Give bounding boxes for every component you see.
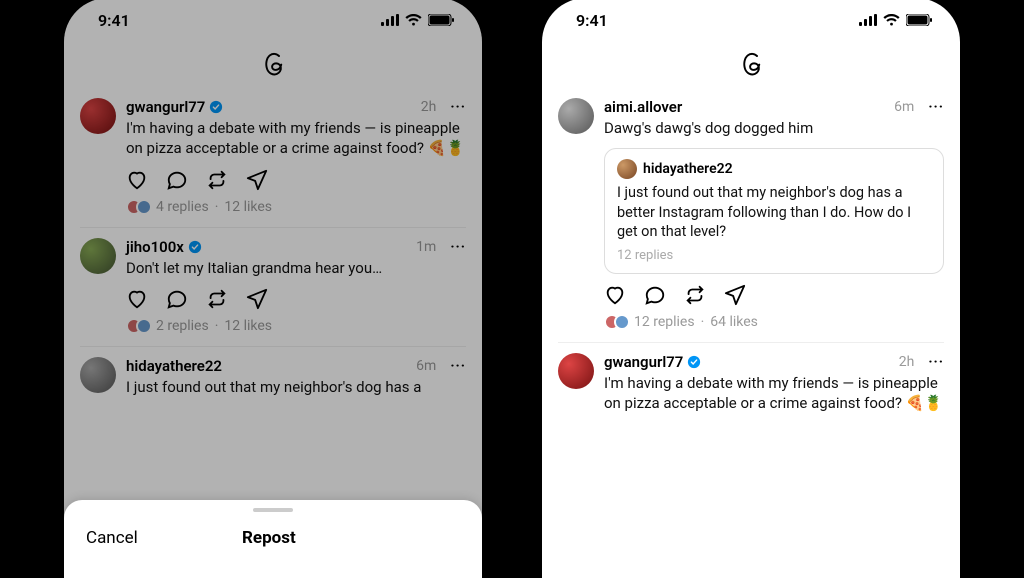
cellular-icon [859,14,877,26]
timestamp: 6m [894,99,914,115]
avatar[interactable] [80,357,116,393]
post-stats[interactable]: 4 replies · 12 likes [126,199,466,215]
post-stats[interactable]: 12 replies · 64 likes [604,314,944,330]
sheet-title: Repost [78,528,460,548]
avatar[interactable] [80,238,116,274]
post-actions [126,169,466,191]
post[interactable]: aimi.allover 6m ··· Dawg's dawg's dog do… [558,88,944,343]
post-actions [604,284,944,306]
replies-count: 12 replies [634,314,695,330]
post-stats[interactable]: 2 replies · 12 likes [126,318,466,334]
post[interactable]: gwangurl77 2h ··· I'm having a debate wi… [80,88,466,228]
cellular-icon [381,14,399,26]
reply-avatars [126,199,146,215]
status-bar: 9:41 [542,0,960,42]
post-text: Don't let my Italian grandma hear you… [126,258,466,278]
avatar [617,159,637,179]
repost-icon[interactable] [206,288,228,310]
reply-avatars [126,318,146,334]
avatar[interactable] [80,98,116,134]
app-header [64,42,482,88]
username[interactable]: hidayathere22 [126,357,222,375]
post[interactable]: hidayathere22 6m ··· I just found out th… [80,347,466,419]
replies-count: 2 replies [156,318,209,334]
likes-count: 12 likes [224,199,272,215]
sheet-grabber[interactable] [253,508,293,512]
reply-avatars [604,314,624,330]
username[interactable]: aimi.allover [604,98,682,116]
phone-right: 9:41 aimi.allover 6m ··· Dawg's dawg's d… [542,0,960,578]
post-text: I'm having a debate with my friends — is… [604,373,944,414]
repost-icon[interactable] [206,169,228,191]
username[interactable]: gwangurl77 [604,353,683,371]
like-icon[interactable] [126,169,148,191]
battery-icon [906,14,932,26]
username[interactable]: gwangurl77 [126,98,205,116]
feed: aimi.allover 6m ··· Dawg's dawg's dog do… [542,88,960,435]
timestamp: 2h [899,354,915,370]
post-actions [126,288,466,310]
avatar[interactable] [558,98,594,134]
status-bar: 9:41 [64,0,482,42]
battery-icon [428,14,454,26]
wifi-icon [405,14,422,26]
post[interactable]: jiho100x 1m ··· Don't let my Italian gra… [80,228,466,347]
replies-count: 12 replies [617,248,931,263]
more-icon[interactable]: ··· [450,358,466,374]
timestamp: 6m [416,358,436,374]
username[interactable]: jiho100x [126,238,184,256]
more-icon[interactable]: ··· [450,239,466,255]
username: hidayathere22 [643,161,733,177]
reply-icon[interactable] [644,284,666,306]
status-indicators [381,14,454,26]
threads-logo-icon [258,50,288,80]
like-icon[interactable] [126,288,148,310]
post-text: Dawg's dawg's dog dogged him [604,118,944,138]
post-text: I just found out that my neighbor's dog … [617,183,931,242]
post[interactable]: gwangurl77 2h ··· I'm having a debate wi… [558,343,944,436]
timestamp: 1m [416,239,436,255]
wifi-icon [883,14,900,26]
phone-left: 9:41 gwangurl77 2h ··· I'm having a deba… [64,0,482,578]
likes-count: 12 likes [224,318,272,334]
feed: gwangurl77 2h ··· I'm having a debate wi… [64,88,482,419]
avatar[interactable] [558,353,594,389]
verified-icon [209,100,223,114]
share-icon[interactable] [724,284,746,306]
more-icon[interactable]: ··· [450,99,466,115]
like-icon[interactable] [604,284,626,306]
verified-icon [188,240,202,254]
verified-icon [687,355,701,369]
timestamp: 2h [421,99,437,115]
quoted-post[interactable]: hidayathere22 I just found out that my n… [604,148,944,274]
share-icon[interactable] [246,169,268,191]
post-text: I'm having a debate with my friends — is… [126,118,466,159]
status-time: 9:41 [98,11,130,30]
reply-icon[interactable] [166,169,188,191]
more-icon[interactable]: ··· [928,354,944,370]
likes-count: 64 likes [710,314,758,330]
repost-sheet[interactable]: Cancel Repost [64,500,482,578]
status-indicators [859,14,932,26]
repost-icon[interactable] [684,284,706,306]
status-time: 9:41 [576,11,608,30]
reply-icon[interactable] [166,288,188,310]
share-icon[interactable] [246,288,268,310]
post-text: I just found out that my neighbor's dog … [126,377,466,397]
more-icon[interactable]: ··· [928,99,944,115]
app-header [542,42,960,88]
replies-count: 4 replies [156,199,209,215]
threads-logo-icon [736,50,766,80]
